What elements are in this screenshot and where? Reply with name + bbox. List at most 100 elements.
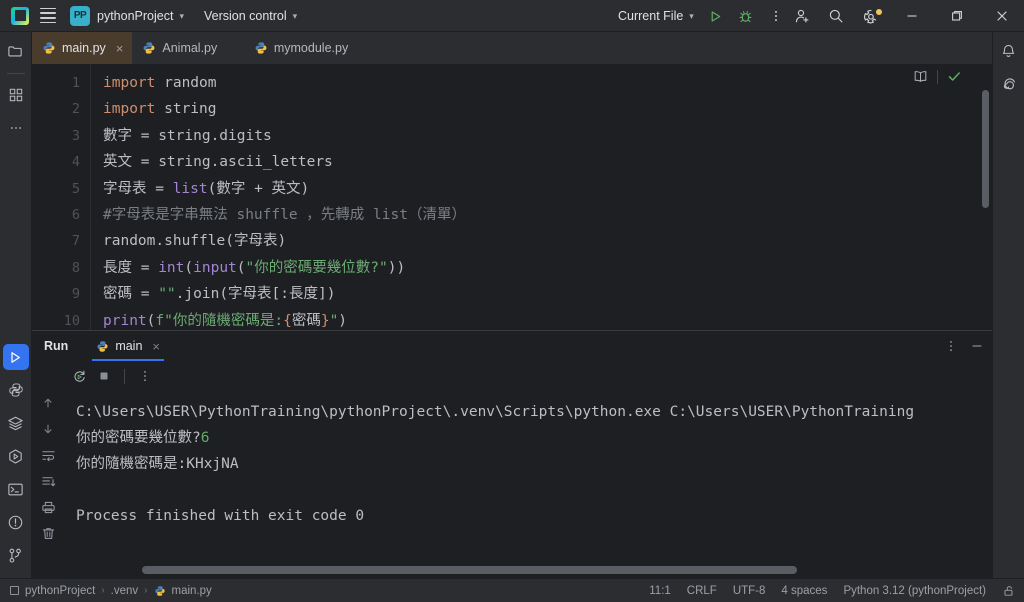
status-bar-right: 11:1 CRLF UTF-8 4 spaces Python 3.12 (py… [649,584,1016,598]
editor-tab-main-py[interactable]: main.py × [32,32,133,64]
file-encoding[interactable]: UTF-8 [733,585,766,597]
console-horizontal-scrollbar[interactable] [142,566,797,574]
sidebar-item-terminal[interactable] [3,476,29,502]
clear-all-button[interactable] [37,523,59,543]
breadcrumb-item-venv[interactable]: .venv [111,585,139,597]
run-panel-hide-button[interactable] [970,339,984,353]
code-token: 英文 = string.ascii_letters [103,154,333,171]
search-everywhere-button[interactable] [819,3,853,29]
inspections-status-button[interactable] [947,69,962,84]
chevron-down-icon: ▾ [292,10,298,21]
print-button[interactable] [37,497,59,517]
code-token: "你的密碼要幾位數?" [245,259,388,276]
more-vertical-icon [774,10,777,22]
sidebar-item-more[interactable] [3,115,29,141]
more-vertical-icon [950,340,952,352]
code-line[interactable]: 英文 = string.ascii_letters [103,149,992,175]
green-check-icon [948,72,960,81]
code-line[interactable]: print(f"你的隨機密碼是:{密碼}") [103,308,992,330]
run-panel-title: Run [44,339,69,353]
sidebar-item-ai-assistant[interactable] [996,71,1022,97]
project-name-button[interactable]: pythonProject ▾ [97,9,184,23]
code-line[interactable]: #字母表是字串無法 shuffle ，先轉成 list（清單） [103,202,992,228]
caret-position[interactable]: 11:1 [649,585,671,597]
more-vertical-icon [144,370,146,382]
editor-top-right-icons [913,69,962,84]
editor-tab-animal-py[interactable]: Animal.py × [132,32,243,64]
breadcrumb-item-file[interactable]: main.py [172,585,212,597]
code-line[interactable]: 數字 = string.digits [103,123,992,149]
run-panel-header: Run main × [32,331,992,361]
code-token: "" [158,286,176,303]
run-panel-body: C:\Users\USER\PythonTraining\pythonProje… [32,391,992,578]
minimize-window-button[interactable] [889,0,934,32]
debug-button[interactable] [732,3,760,29]
maximize-window-button[interactable] [934,0,979,32]
editor-vertical-scrollbar[interactable] [982,90,989,208]
breadcrumb-separator: › [144,585,148,596]
close-window-button[interactable] [979,0,1024,32]
line-separator[interactable]: CRLF [687,585,717,597]
code-line[interactable]: import string [103,96,992,122]
code-line[interactable]: 密碼 = "".join(字母表[:長度]) [103,281,992,307]
breadcrumb[interactable]: pythonProject › .venv › main.py [10,585,212,597]
run-panel-options-button[interactable] [944,339,958,353]
run-button[interactable] [702,3,730,29]
code-token: print [103,312,147,329]
console-token [76,482,85,498]
hexagon-play-icon [9,448,22,464]
minimize-icon [972,345,982,347]
account-button[interactable] [785,3,819,29]
scroll-up-button[interactable] [37,393,59,413]
code-line[interactable]: 字母表 = list(數字 + 英文) [103,176,992,202]
sidebar-item-database[interactable] [3,410,29,436]
run-tab-main[interactable]: main × [92,331,164,361]
code-line[interactable]: import random [103,70,992,96]
indent-setting[interactable]: 4 spaces [781,585,827,597]
warning-circle-icon [8,515,23,529]
sidebar-item-notifications[interactable] [996,38,1022,64]
code-editor[interactable]: 1 2 3 4 5 6 7 8 9 10 import random import string 數字… [32,64,992,330]
run-configuration-selector[interactable]: Current File ▾ [612,6,700,26]
console-token: 你的隨機密碼是:KHxjNA [76,456,239,472]
title-bar: PP pythonProject ▾ Version control ▾ Curre… [0,0,1024,32]
reader-mode-button[interactable] [913,69,928,84]
editor-tab-label: main.py [62,41,106,55]
version-control-button[interactable]: Version control ▾ [204,9,297,23]
run-panel-toolbar [32,361,992,391]
line-number: 8 [71,259,80,276]
scroll-to-end-button[interactable] [37,471,59,491]
editor-tab-bar: main.py × Animal.py × [32,32,992,64]
sidebar-item-structure[interactable] [3,82,29,108]
folder-icon [8,45,22,56]
stop-button[interactable] [97,369,111,383]
close-icon[interactable]: × [152,339,160,354]
console-token: Process finished with exit code 0 [76,508,365,524]
code-token: 長度 = [103,259,159,276]
main-menu-button[interactable] [34,3,62,29]
code-token: 數字 = string.digits [103,127,272,144]
read-only-toggle[interactable] [1002,584,1016,598]
terminal-icon [8,483,23,495]
console-output[interactable]: C:\Users\USER\PythonTraining\pythonProje… [64,391,992,578]
breadcrumb-item-project[interactable]: pythonProject [25,585,95,597]
run-more-button[interactable] [138,369,152,383]
settings-button[interactable] [853,3,889,29]
code-content[interactable]: import random import string 數字 = string.di… [90,64,992,330]
sidebar-item-project[interactable] [3,38,29,64]
interpreter-selector[interactable]: Python 3.12 (pythonProject) [843,585,986,597]
sidebar-item-run[interactable] [2,344,29,370]
search-icon [829,9,843,23]
rerun-button[interactable] [72,369,87,384]
sidebar-item-version-control[interactable] [3,542,29,568]
code-line[interactable]: 長度 = int(input("你的密碼要幾位數?")) [103,255,992,281]
scroll-down-button[interactable] [37,419,59,439]
bell-icon [1002,44,1015,57]
editor-tab-mymodule-py[interactable]: mymodule.py × [244,32,375,64]
sidebar-item-services[interactable] [3,443,29,469]
close-icon[interactable]: × [116,42,124,55]
sidebar-item-python-console[interactable] [3,377,29,403]
sidebar-item-problems[interactable] [3,509,29,535]
soft-wrap-button[interactable] [37,445,59,465]
code-line[interactable]: random.shuffle(字母表) [103,228,992,254]
